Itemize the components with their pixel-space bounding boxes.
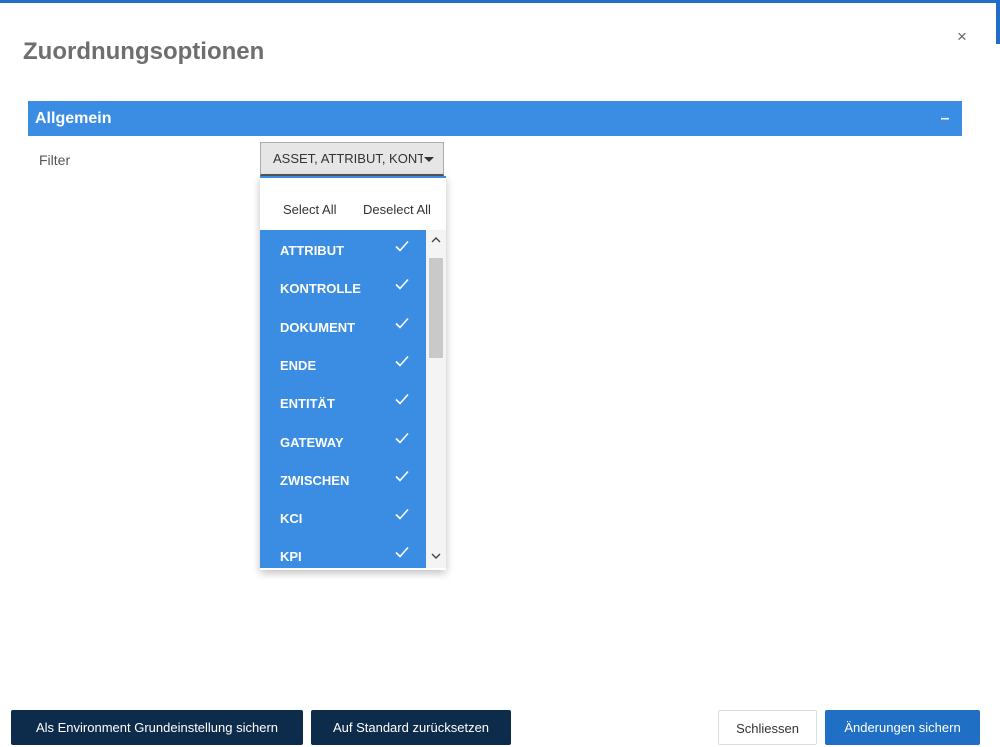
filter-label: Filter: [39, 152, 71, 168]
checkmark-icon: [395, 546, 409, 558]
dialog-title: Zuordnungsoptionen: [23, 38, 265, 65]
dropdown-option[interactable]: ZWISCHEN: [260, 460, 426, 498]
select-all-button[interactable]: Select All: [283, 202, 336, 217]
checkmark-icon: [395, 432, 409, 444]
checkmark-icon: [395, 470, 409, 482]
save-changes-button[interactable]: Änderungen sichern: [825, 710, 980, 745]
dropdown-option[interactable]: GATEWAY: [260, 422, 426, 460]
collapse-icon[interactable]: –: [938, 101, 952, 136]
filter-selected-text: ASSET, ATTRIBUT, KONTROLLE: [273, 151, 423, 166]
dropdown-option[interactable]: DOKUMENT: [260, 307, 426, 345]
window-right-border: [996, 0, 1000, 44]
section-title: Allgemein: [35, 110, 112, 127]
dropdown-option[interactable]: ENTITÄT: [260, 383, 426, 421]
close-button[interactable]: Schliessen: [718, 710, 817, 745]
filter-dropdown-menu: Select All Deselect All ATTRIBUT KONTROLL…: [260, 176, 446, 570]
checkmark-icon: [395, 508, 409, 520]
dropdown-option-label: ATTRIBUT: [280, 243, 345, 258]
checkmark-icon: [395, 393, 409, 405]
dropdown-option-label: KPI: [280, 549, 302, 564]
dropdown-scrollbar[interactable]: [426, 230, 446, 568]
deselect-all-button[interactable]: Deselect All: [363, 202, 431, 217]
dropdown-option-label: GATEWAY: [280, 435, 344, 450]
scroll-up-icon[interactable]: [426, 232, 446, 248]
close-icon[interactable]: ×: [953, 27, 971, 47]
reset-default-button[interactable]: Auf Standard zurücksetzen: [311, 710, 511, 745]
dropdown-option[interactable]: ATTRIBUT: [260, 230, 426, 268]
section-header-allgemein[interactable]: Allgemein –: [28, 101, 962, 136]
dropdown-option-label: KONTROLLE: [280, 281, 361, 296]
filter-dropdown[interactable]: ASSET, ATTRIBUT, KONTROLLE: [260, 142, 444, 176]
dropdown-option[interactable]: KPI: [260, 536, 426, 568]
checkmark-icon: [395, 317, 409, 329]
save-environment-default-button[interactable]: Als Environment Grundeinstellung sichern: [11, 710, 303, 745]
caret-down-icon: [424, 157, 434, 162]
dropdown-option[interactable]: ENDE: [260, 345, 426, 383]
dropdown-actions: Select All Deselect All: [260, 178, 446, 230]
dropdown-option[interactable]: KCI: [260, 498, 426, 536]
checkmark-icon: [395, 278, 409, 290]
scrollbar-thumb[interactable]: [429, 258, 443, 358]
scroll-down-icon[interactable]: [426, 548, 446, 564]
checkmark-icon: [395, 355, 409, 367]
dropdown-option[interactable]: KONTROLLE: [260, 268, 426, 306]
dialog: Zuordnungsoptionen × Allgemein – Filter …: [0, 0, 1000, 747]
dropdown-option-label: ENDE: [280, 358, 317, 373]
dropdown-option-list: ATTRIBUT KONTROLLE DOKUMENT ENDE ENTITÄT GATE…: [260, 230, 426, 568]
dropdown-option-label: ENTITÄT: [280, 396, 335, 411]
dropdown-option-label: ZWISCHEN: [280, 473, 350, 488]
dropdown-option-label: KCI: [280, 511, 303, 526]
dropdown-option-label: DOKUMENT: [280, 320, 356, 335]
checkmark-icon: [395, 240, 409, 252]
window-top-border: [0, 0, 1000, 3]
